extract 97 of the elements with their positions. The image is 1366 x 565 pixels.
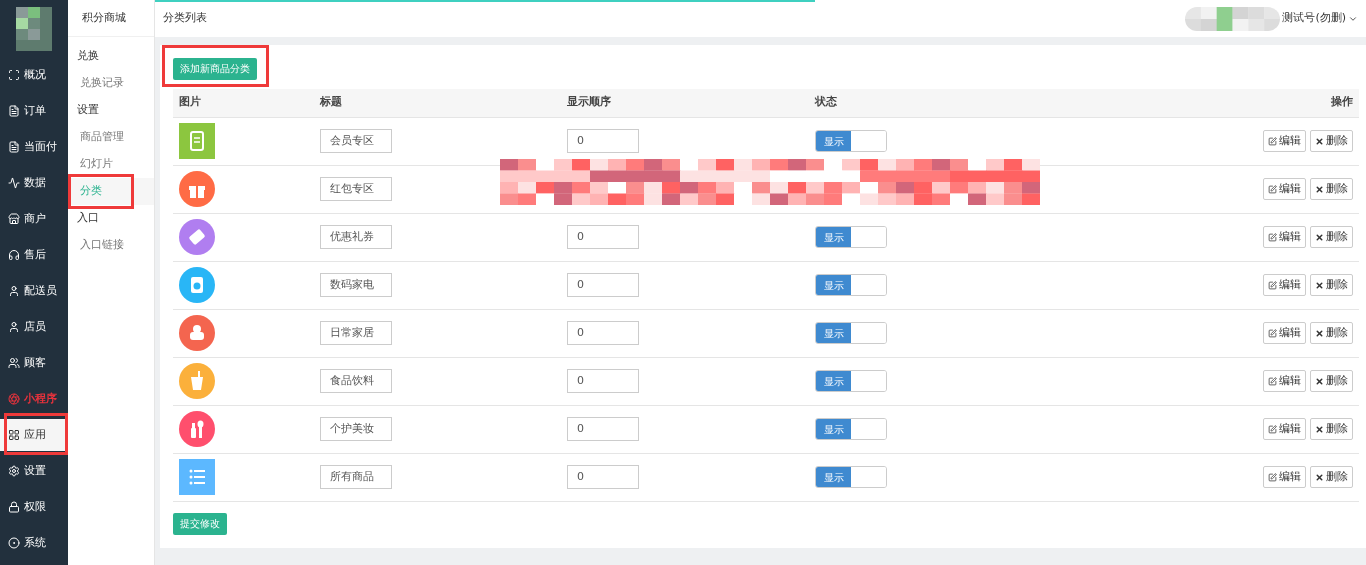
edit-button[interactable]: 编辑	[1263, 418, 1306, 440]
edit-icon	[1268, 184, 1277, 194]
sidebar-item[interactable]: 顾客	[0, 347, 68, 379]
subnav-group-label: 入口	[76, 210, 100, 227]
subnav-item[interactable]: 兑换记录	[68, 70, 154, 97]
edit-button[interactable]: 编辑	[1263, 226, 1306, 248]
sidebar-item[interactable]: 售后	[0, 239, 68, 271]
status-toggle[interactable]: 显示	[815, 418, 887, 440]
close-icon	[1315, 280, 1324, 290]
sidebar-item[interactable]: 应用	[0, 419, 68, 451]
nav-icon	[8, 357, 20, 369]
title-field[interactable]: 数码家电	[320, 273, 392, 297]
column-header: 状态	[813, 94, 838, 111]
delete-button[interactable]: 删除	[1310, 274, 1353, 296]
column-header: 标题	[319, 94, 343, 111]
nav-icon	[8, 537, 20, 549]
nav-icon	[8, 69, 20, 81]
nav-icon	[8, 141, 20, 153]
delete-button[interactable]: 删除	[1310, 322, 1353, 344]
subnav-group-label: 兑换	[76, 48, 100, 65]
delete-button[interactable]: 删除	[1310, 226, 1353, 248]
edit-button[interactable]: 编辑	[1263, 274, 1306, 296]
column-header: 图片	[178, 94, 202, 111]
subnav-item[interactable]: 入口链接	[68, 232, 154, 259]
order-field[interactable]: 0	[567, 129, 639, 153]
status-toggle[interactable]: 显示	[815, 226, 887, 248]
edit-button[interactable]: 编辑	[1263, 130, 1306, 152]
close-icon	[1315, 136, 1324, 146]
nav-icon	[8, 285, 20, 297]
title-field[interactable]: 红包专区	[320, 177, 392, 201]
order-field[interactable]: 0	[567, 273, 639, 297]
delete-button[interactable]: 删除	[1310, 370, 1353, 392]
nav-icon	[8, 501, 20, 513]
edit-icon	[1268, 424, 1277, 434]
delete-button[interactable]: 删除	[1310, 466, 1353, 488]
status-toggle[interactable]: 显示	[815, 274, 887, 296]
edit-button[interactable]: 编辑	[1263, 322, 1306, 344]
nav-icon	[8, 321, 20, 333]
status-toggle[interactable]: 显示	[815, 130, 887, 152]
order-field[interactable]: 0	[567, 225, 639, 249]
subnav-item[interactable]: 幻灯片	[68, 151, 154, 178]
nav-icon	[8, 465, 20, 477]
subnav-item[interactable]: 商品管理	[68, 124, 154, 151]
close-icon	[1315, 472, 1324, 482]
sidebar-item[interactable]: 当面付	[0, 131, 68, 163]
nav-icon	[8, 393, 20, 405]
close-icon	[1315, 376, 1324, 386]
page-title: 分类列表	[163, 10, 207, 27]
order-field[interactable]: 0	[567, 465, 639, 489]
close-icon	[1315, 184, 1324, 194]
title-field[interactable]: 个护美妆	[320, 417, 392, 441]
nav-icon	[8, 213, 20, 225]
status-toggle[interactable]: 显示	[815, 322, 887, 344]
delete-button[interactable]: 删除	[1310, 178, 1353, 200]
delete-button[interactable]: 删除	[1310, 418, 1353, 440]
sidebar-item[interactable]: 数据	[0, 167, 68, 199]
edit-button[interactable]: 编辑	[1263, 466, 1306, 488]
title-field[interactable]: 优惠礼券	[320, 225, 392, 249]
edit-icon	[1268, 136, 1277, 146]
title-field[interactable]: 会员专区	[320, 129, 392, 153]
user-name[interactable]: 测试号(勿删)	[1282, 10, 1346, 27]
sidebar-item[interactable]: 配送员	[0, 275, 68, 307]
edit-button[interactable]: 编辑	[1263, 370, 1306, 392]
sidebar-item[interactable]: 权限	[0, 491, 68, 523]
edit-icon	[1268, 376, 1277, 386]
sidebar-item[interactable]: 商户	[0, 203, 68, 235]
logo	[16, 6, 52, 51]
order-field[interactable]: 0	[567, 321, 639, 345]
edit-icon	[1268, 232, 1277, 242]
status-toggle[interactable]: 显示	[815, 466, 887, 488]
title-field[interactable]: 食品饮料	[320, 369, 392, 393]
close-icon	[1315, 328, 1324, 338]
title-field[interactable]: 所有商品	[320, 465, 392, 489]
close-icon	[1315, 424, 1324, 434]
sidebar-item[interactable]: 店员	[0, 311, 68, 343]
subnav-title: 积分商城	[68, 0, 154, 37]
column-header: 操作	[1330, 94, 1354, 111]
sidebar-item[interactable]: 概况	[0, 59, 68, 91]
status-toggle[interactable]: 显示	[815, 370, 887, 392]
subnav-group-label: 设置	[76, 102, 100, 119]
edit-button[interactable]: 编辑	[1263, 178, 1306, 200]
close-icon	[1315, 232, 1324, 242]
nav-icon	[8, 249, 20, 261]
edit-icon	[1268, 328, 1277, 338]
delete-button[interactable]: 删除	[1310, 130, 1353, 152]
title-field[interactable]: 日常家居	[320, 321, 392, 345]
sidebar-item[interactable]: 系统	[0, 527, 68, 559]
nav-icon	[8, 177, 20, 189]
nav-icon	[8, 429, 20, 441]
sidebar-item[interactable]: 订单	[0, 95, 68, 127]
order-field[interactable]: 0	[567, 417, 639, 441]
sidebar-item[interactable]: 设置	[0, 455, 68, 487]
column-header: 显示顺序	[566, 94, 612, 111]
edit-icon	[1268, 472, 1277, 482]
nav-icon	[8, 105, 20, 117]
order-field[interactable]: 0	[567, 369, 639, 393]
edit-icon	[1268, 280, 1277, 290]
